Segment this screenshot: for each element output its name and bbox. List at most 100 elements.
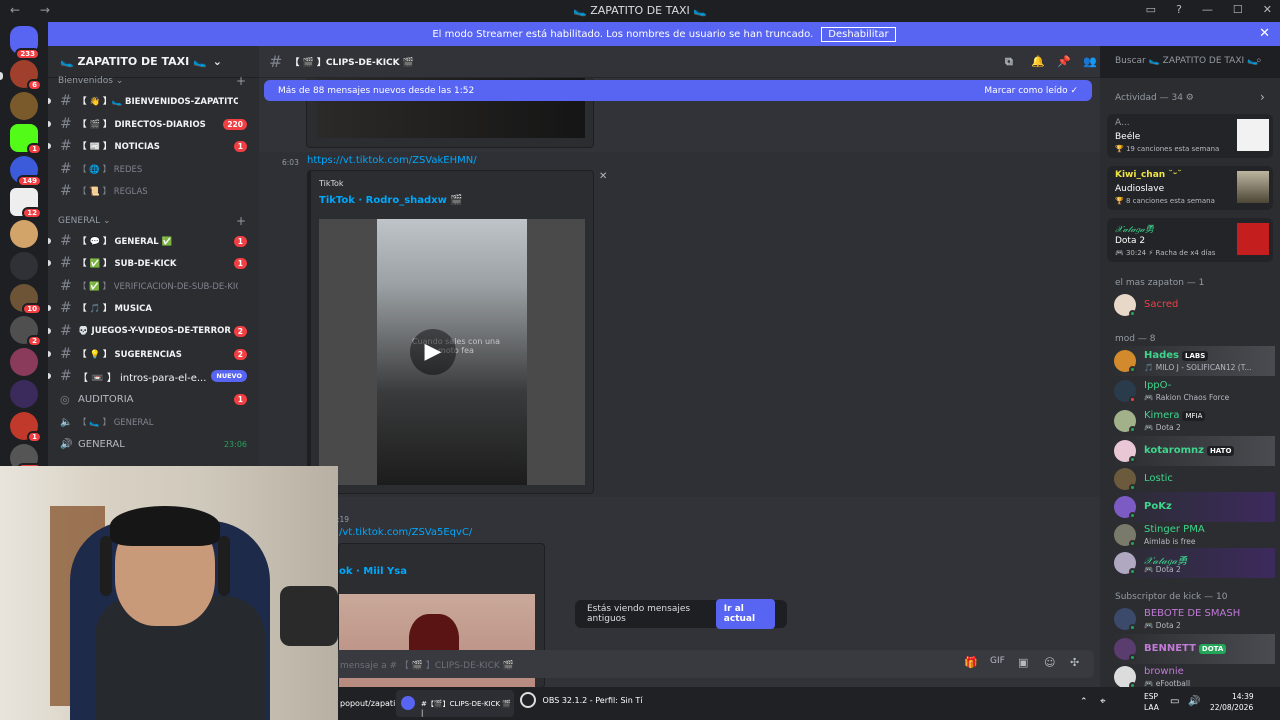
member-item[interactable]: Kimera MFIA 🎮 Dota 2 — [1112, 406, 1275, 436]
message-timestamp: 6:03 — [282, 158, 299, 167]
voice-channel-item[interactable]: 🔊 GENERAL 23:06 — [48, 434, 259, 454]
gif-icon[interactable]: GIF — [990, 656, 1005, 666]
speaker-icon: 🔈 — [60, 416, 73, 428]
maximize-button[interactable]: ☐ — [1233, 3, 1243, 16]
threads-icon[interactable]: ⧉ — [1005, 55, 1013, 69]
clock-date[interactable]: 22/08/2026 — [1210, 703, 1253, 712]
member-item[interactable]: Hades LABS 🎵 MILO J - SOLIFICAN12 (T... — [1112, 346, 1275, 376]
server-icon[interactable] — [10, 220, 38, 248]
new-messages-bar[interactable]: Más de 88 mensajes nuevos desde las 1:52… — [264, 80, 1092, 101]
mark-read-button[interactable]: Marcar como leído ✓ — [984, 86, 1078, 96]
embed-author[interactable]: TikTok · Rodro_shadxw 🎬 — [319, 195, 463, 206]
channel-item[interactable]: # 【 🎬 】 DIRECTOS-DIARIOS 220 — [48, 114, 259, 134]
server-icon[interactable]: 12 — [10, 188, 42, 219]
close-icon[interactable]: ✕ — [1259, 26, 1270, 41]
chevron-up-icon[interactable]: ⌃ — [1080, 697, 1088, 707]
close-window-button[interactable]: ✕ — [1263, 3, 1272, 16]
member-item[interactable]: Sacred — [1112, 290, 1275, 320]
sticker-icon[interactable]: ▣ — [1018, 656, 1028, 669]
language-indicator[interactable]: ESP — [1144, 692, 1158, 701]
channel-item[interactable]: # 💀 JUEGOS-Y-VIDEOS-DE-TERROR 2 — [48, 321, 259, 341]
member-list: Actividad — 34 ⚙ › A... Beéle 🏆 19 canci… — [1100, 78, 1280, 687]
channel-item[interactable]: # 【 💡 】 SUGERENCIAS 2 — [48, 344, 259, 364]
member-item[interactable]: BEBOTE DE SMASH 🎮 Dota 2 — [1112, 604, 1275, 634]
server-icon[interactable] — [10, 348, 38, 376]
channel-item[interactable]: # 【 📼 】 intros-para-el-e... NUEVO — [48, 366, 259, 386]
volume-icon[interactable]: 🔊 — [1188, 696, 1200, 707]
search-input[interactable]: Buscar 🥿 ZAPATITO DE TAXI 🥿 — [1109, 51, 1275, 73]
channel-item[interactable]: # 【 ✅ 】 SUB-DE-KICK 1 — [48, 253, 259, 273]
apps-icon[interactable]: ✣ — [1070, 656, 1079, 669]
member-item[interactable]: kotaromnz HATO — [1112, 436, 1275, 466]
chevron-down-icon: ⌄ — [212, 55, 222, 68]
taskbar-item-active[interactable]: #【🎬】CLIPS-DE-KICK 🎬 | — [396, 690, 514, 717]
channel-item[interactable]: ◎ AUDITORIA 1 — [48, 389, 259, 409]
taskbar-item[interactable]: popout/zapati — [340, 699, 395, 708]
guild-header[interactable]: 🥿 ZAPATITO DE TAXI 🥿 ⌄ 👤 — [48, 46, 299, 78]
check-icon: ✓ — [1070, 85, 1078, 96]
taskbar-item[interactable]: OBS 32.1.2 - Perfil: Sin Tí — [520, 692, 643, 708]
add-channel-icon[interactable]: + — [236, 74, 246, 88]
channel-item[interactable]: #【 👋 】🥿 BIENVENIDOS-ZAPATITOS... — [48, 91, 259, 111]
member-item[interactable]: BENNETT DOTA — [1112, 634, 1275, 664]
disable-streamer-button[interactable]: Deshabilitar — [821, 26, 896, 42]
window-title: 🥿 ZAPATITO DE TAXI 🥿 — [573, 4, 707, 17]
server-icon[interactable]: 6 — [10, 60, 42, 91]
pin-icon[interactable]: 📌 — [1057, 55, 1071, 68]
minimize-button[interactable]: — — [1202, 3, 1213, 16]
server-icon[interactable]: 2 — [10, 316, 42, 347]
clock-time[interactable]: 14:39 — [1232, 692, 1254, 701]
streamer-mode-banner: El modo Streamer está habilitado. Los no… — [48, 22, 1280, 46]
album-art — [1237, 171, 1269, 203]
inbox-icon[interactable]: ▭ — [1146, 3, 1156, 16]
member-list-icon[interactable]: 👥 — [1083, 55, 1097, 68]
emoji-icon[interactable]: ☺ — [1044, 656, 1055, 669]
channel-item[interactable]: # 【 📰 】 NOTICIAS 1 — [48, 136, 259, 156]
category-general[interactable]: GENERAL ⌄ + — [58, 214, 246, 228]
add-channel-icon[interactable]: + — [236, 214, 246, 228]
bell-icon[interactable]: 🔔 — [1031, 55, 1045, 68]
embed-provider: TikTok — [319, 179, 344, 188]
member-item[interactable]: Stinger PMA Aimlab is free — [1112, 520, 1275, 550]
message-input-placeholder: mensaje a # 【 🎬 】CLIPS-DE-KICK 🎬 — [340, 661, 514, 671]
webcam-overlay — [0, 466, 338, 720]
member-item[interactable]: IppO- 🎮 Rakion Chaos Force — [1112, 376, 1275, 406]
play-icon[interactable]: ▶ — [410, 329, 456, 375]
video-thumbnail[interactable]: Cuando sales con una moto fea ▶ — [319, 219, 585, 485]
channel-item[interactable]: # 【 📜 】 REGLAS — [48, 181, 259, 201]
server-icon[interactable]: 1 — [10, 412, 42, 443]
channel-item[interactable]: # 【 ✅ 】 VERIFICACION-DE-SUB-DE-KICK — [48, 276, 259, 296]
channel-item[interactable]: # 【 🌐 】 REDES — [48, 159, 259, 179]
activity-card[interactable]: Kiwi_chan ˘ᵕ˘ Audioslave 🏆 8 canciones e… — [1107, 166, 1273, 210]
help-icon[interactable]: ? — [1176, 3, 1182, 16]
chat-area: 6:03 https://vt.tiktok.com/ZSVakEHMN/ Ti… — [259, 78, 1100, 687]
member-item[interactable]: PoKz — [1112, 492, 1275, 522]
gift-icon[interactable]: 🎁 — [964, 656, 978, 669]
server-icon[interactable] — [10, 380, 38, 408]
voice-channel-item[interactable]: 🔈 【 🥿 】 GENERAL — [48, 412, 259, 432]
channel-item[interactable]: # 【 🎵 】 MUSICA — [48, 298, 259, 318]
chevron-right-icon[interactable]: › — [1260, 90, 1265, 104]
member-item[interactable]: Lostic — [1112, 464, 1275, 494]
server-icon[interactable]: 149 — [10, 156, 42, 187]
server-icon[interactable]: 10 — [10, 284, 42, 315]
activity-card[interactable]: 𝒳𝒶𝓉𝒶𝑔𝒶勇 Dota 2 🎮 30:24 ⚡ Racha de x4 día… — [1107, 218, 1273, 262]
server-icon[interactable] — [10, 92, 38, 120]
embed-author[interactable]: ok · Miil Ysa — [339, 566, 407, 577]
jump-to-present-button[interactable]: Ir al actual — [715, 599, 775, 629]
discord-home-icon[interactable]: 233 — [10, 26, 40, 60]
message-link[interactable]: /vt.tiktok.com/ZSVa5EqvC/ — [339, 527, 472, 538]
category-bienvenidos[interactable]: Bienvenidos ⌄ + — [58, 74, 246, 88]
location-icon: ⌖ — [1100, 696, 1106, 707]
activity-card[interactable]: A... Beéle 🏆 19 canciones esta semana — [1107, 114, 1273, 158]
channel-item[interactable]: # 【 💬 】 GENERAL ✅ 1 — [48, 231, 259, 251]
close-icon[interactable]: ✕ — [599, 171, 607, 182]
member-item[interactable]: 𝒳𝒶𝓉𝒶𝑔𝒶勇 🎮 Dota 2 — [1112, 548, 1275, 578]
member-item[interactable]: brownie 🎮 eFootball — [1112, 662, 1275, 687]
kick-server-icon[interactable]: 1 — [10, 124, 42, 155]
dota-icon — [1237, 223, 1269, 255]
message-input[interactable]: mensaje a # 【 🎬 】CLIPS-DE-KICK 🎬 🎁 GIF ▣… — [274, 650, 1094, 678]
network-icon[interactable]: ▭ — [1170, 696, 1179, 707]
server-icon[interactable] — [10, 252, 38, 280]
message-link[interactable]: https://vt.tiktok.com/ZSVakEHMN/ — [307, 155, 477, 166]
